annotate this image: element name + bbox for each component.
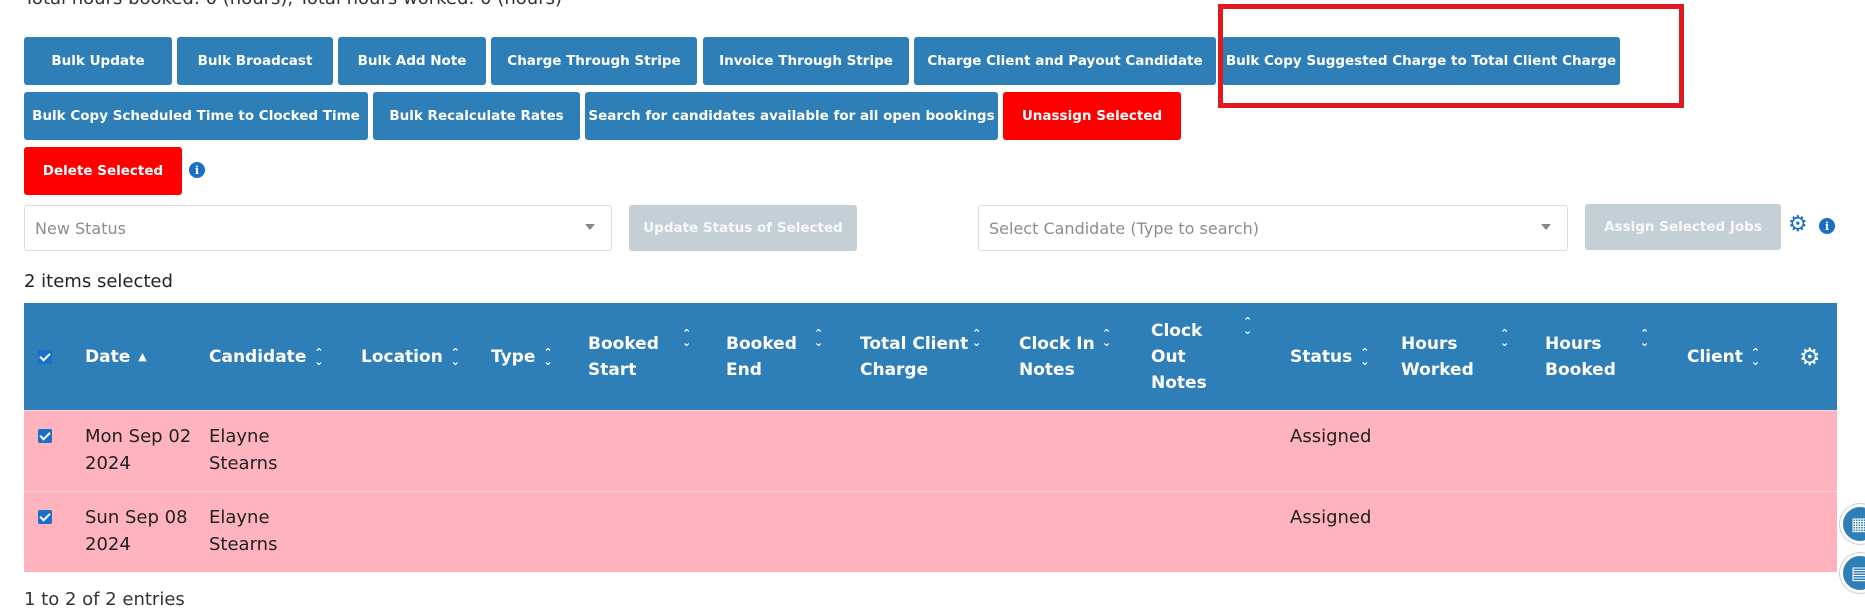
table-row[interactable]: Mon Sep 02 2024 Elayne Stearns Assigned: [24, 410, 1837, 491]
invoice-through-stripe-button[interactable]: Invoice Through Stripe: [703, 37, 909, 85]
chevron-down-icon: [585, 224, 595, 230]
sort-icon[interactable]: ⌃ ⌄: [1500, 328, 1509, 348]
col-type[interactable]: Type ⌃ ⌄: [491, 303, 553, 410]
info-icon[interactable]: i: [1819, 218, 1835, 234]
col-booked-end[interactable]: Booked End: [726, 303, 816, 410]
new-status-select[interactable]: New Status: [24, 205, 612, 251]
row-status: Assigned: [1290, 426, 1372, 447]
hours-summary: Total hours booked: 0 (hours), Total hou…: [24, 0, 562, 9]
sort-icon[interactable]: ⌃ ⌄: [1243, 316, 1252, 336]
items-selected-count: 2 items selected: [24, 271, 173, 292]
col-total-client-charge[interactable]: Total Client Charge: [860, 303, 980, 410]
col-location[interactable]: Location ⌃ ⌄: [361, 303, 460, 410]
checkbox-icon: [38, 510, 52, 524]
col-candidate[interactable]: Candidate ⌃ ⌄: [209, 303, 324, 410]
row-checkbox[interactable]: [38, 429, 52, 443]
col-clock-in-notes[interactable]: Clock In Notes: [1019, 303, 1109, 410]
col-hours-booked[interactable]: Hours Booked: [1545, 303, 1625, 410]
row-candidate: Elayne Stearns: [209, 507, 278, 555]
sort-icon: ⌃ ⌄: [314, 345, 324, 368]
delete-selected-button[interactable]: Delete Selected: [24, 147, 182, 195]
row-date: Mon Sep 02 2024: [85, 426, 192, 474]
col-status[interactable]: Status ⌃ ⌄: [1290, 303, 1369, 410]
sort-icon: ⌃ ⌄: [450, 345, 461, 368]
charge-through-stripe-button[interactable]: Charge Through Stripe: [491, 37, 697, 85]
sort-icon[interactable]: ⌃ ⌄: [1102, 328, 1111, 348]
unassign-selected-button[interactable]: Unassign Selected: [1003, 92, 1181, 140]
new-status-placeholder: New Status: [35, 218, 126, 238]
bookings-table: Date ▲ Candidate ⌃ ⌄ Location ⌃ ⌄ Type ⌃ ⌄ Book…: [24, 303, 1837, 572]
update-status-button[interactable]: Update Status of Selected: [629, 205, 857, 251]
col-booked-start[interactable]: Booked Start: [588, 303, 678, 410]
row-status: Assigned: [1290, 507, 1372, 528]
col-client[interactable]: Client ⌃ ⌄: [1687, 303, 1760, 410]
widget-icon[interactable]: ▦: [1840, 504, 1865, 544]
table-header: Date ▲ Candidate ⌃ ⌄ Location ⌃ ⌄ Type ⌃ ⌄ Book…: [24, 303, 1837, 410]
row-date: Sun Sep 08 2024: [85, 507, 188, 555]
sort-asc-icon: ▲: [138, 350, 147, 363]
table-row[interactable]: Sun Sep 08 2024 Elayne Stearns Assigned: [24, 491, 1837, 572]
sort-icon: ⌃ ⌄: [543, 345, 553, 368]
sort-icon: ⌃ ⌄: [1360, 345, 1370, 368]
pagination-info: 1 to 2 of 2 entries: [24, 589, 185, 610]
gear-icon[interactable]: ⚙: [1799, 303, 1821, 410]
checkbox-icon: [38, 349, 52, 364]
bulk-broadcast-button[interactable]: Bulk Broadcast: [177, 37, 333, 85]
row-candidate: Elayne Stearns: [209, 426, 278, 474]
candidate-select[interactable]: Select Candidate (Type to search): [978, 205, 1568, 251]
select-all-checkbox[interactable]: [38, 303, 52, 410]
sort-icon[interactable]: ⌃ ⌄: [814, 328, 823, 348]
search-available-candidates-button[interactable]: Search for candidates available for all …: [585, 92, 998, 140]
bulk-update-button[interactable]: Bulk Update: [24, 37, 172, 85]
sort-icon[interactable]: ⌃ ⌄: [682, 328, 691, 348]
book-icon[interactable]: ▤: [1840, 553, 1865, 593]
annotation-highlight-box: [1218, 4, 1684, 108]
row-checkbox[interactable]: [38, 510, 52, 524]
gear-icon[interactable]: ⚙: [1788, 214, 1808, 236]
checkbox-icon: [38, 429, 52, 443]
sort-icon[interactable]: ⌃ ⌄: [1640, 328, 1649, 348]
bulk-add-note-button[interactable]: Bulk Add Note: [338, 37, 486, 85]
candidate-select-placeholder: Select Candidate (Type to search): [989, 218, 1259, 238]
sort-icon: ⌃ ⌄: [1750, 345, 1761, 368]
charge-client-payout-candidate-button[interactable]: Charge Client and Payout Candidate: [914, 37, 1216, 85]
col-clock-out-notes[interactable]: Clock Out Notes: [1151, 303, 1221, 410]
sort-icon[interactable]: ⌃ ⌄: [972, 328, 981, 348]
col-date[interactable]: Date ▲: [85, 303, 147, 410]
chevron-down-icon: [1541, 224, 1551, 230]
info-icon[interactable]: i: [189, 162, 205, 178]
col-hours-worked[interactable]: Hours Worked: [1401, 303, 1481, 410]
bulk-recalculate-rates-button[interactable]: Bulk Recalculate Rates: [373, 92, 580, 140]
assign-selected-jobs-button[interactable]: Assign Selected Jobs: [1585, 204, 1781, 250]
bulk-copy-scheduled-time-button[interactable]: Bulk Copy Scheduled Time to Clocked Time: [24, 92, 368, 140]
